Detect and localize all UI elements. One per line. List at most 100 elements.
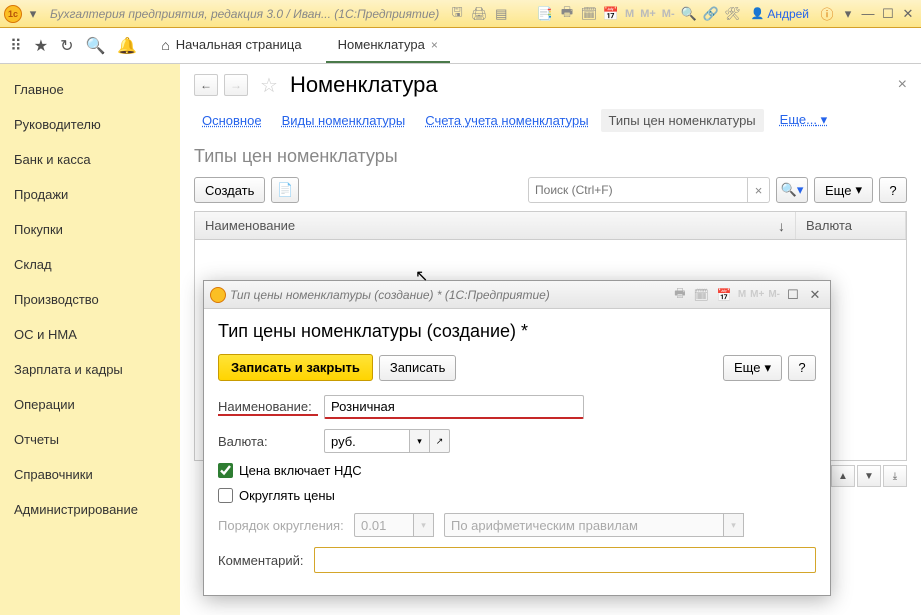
sidebar-item-operations[interactable]: Операции (0, 387, 180, 422)
calendar-icon[interactable]: 📅 (601, 4, 621, 24)
notifications-icon[interactable]: 🔔 (117, 36, 137, 56)
memory-mminus-icon[interactable]: M- (662, 8, 675, 20)
dlg-mplus-icon[interactable]: M+ (750, 289, 764, 300)
zoom-icon[interactable]: 🔍 (679, 4, 699, 24)
close-button[interactable]: ✕ (899, 6, 917, 22)
round-checkbox[interactable] (218, 488, 233, 503)
dialog-close-button[interactable]: ✕ (806, 287, 824, 303)
subnav-price-types[interactable]: Типы цен номенклатуры (601, 109, 764, 132)
sidebar-item-manager[interactable]: Руководителю (0, 107, 180, 142)
save-and-close-button[interactable]: Записать и закрыть (218, 354, 373, 381)
row-round-order: Порядок округления: ▾ ▾ (218, 513, 816, 537)
sidebar-item-catalogs[interactable]: Справочники (0, 457, 180, 492)
dialog-more-button[interactable]: Еще ▾ (723, 355, 782, 381)
page-down-button[interactable]: ▼ (857, 465, 881, 487)
app-titlebar: 1c ▾ Бухгалтерия предприятия, редакция 3… (0, 0, 921, 28)
column-currency[interactable]: Валюта (796, 212, 906, 239)
subnav-more[interactable]: Еще... ▾ (772, 108, 835, 132)
info-icon[interactable]: ⓘ (817, 4, 837, 24)
dialog-help-button[interactable]: ? (788, 355, 816, 381)
vat-checkbox[interactable] (218, 463, 233, 478)
dropdown-icon[interactable]: ▾ (24, 5, 42, 23)
compare-icon[interactable]: 📑 (535, 4, 555, 24)
apps-grid-icon[interactable]: ⠿ (10, 36, 22, 56)
subnav-kinds[interactable]: Виды номенклатуры (274, 109, 414, 132)
search-input[interactable] (528, 177, 748, 203)
currency-dropdown-button[interactable]: ▾ (410, 429, 430, 453)
memory-mplus-icon[interactable]: M+ (640, 8, 656, 20)
dialog-toolbar: Записать и закрыть Записать Еще ▾ ? (218, 354, 816, 381)
page-up-button[interactable]: ▲ (831, 465, 855, 487)
create-button[interactable]: Создать (194, 177, 265, 203)
save-button[interactable]: Записать (379, 355, 457, 381)
currency-select[interactable] (324, 429, 410, 453)
nav-forward-button[interactable]: → (224, 74, 248, 96)
sidebar-item-purchases[interactable]: Покупки (0, 212, 180, 247)
tab-home-label: Начальная страница (176, 37, 302, 52)
page-last-button[interactable]: ⤓ (883, 465, 907, 487)
printer-icon[interactable]: 🖶 (557, 4, 577, 24)
sidebar-item-main[interactable]: Главное (0, 72, 180, 107)
home-icon: ⌂ (161, 37, 169, 53)
currency-open-button[interactable]: ↗ (430, 429, 450, 453)
dialog-maximize-button[interactable]: ☐ (784, 287, 802, 303)
wrench-icon[interactable]: 🛠 (723, 4, 743, 24)
print-icon[interactable]: 🖨 (469, 4, 489, 24)
close-page-button[interactable]: × (898, 76, 907, 94)
dlg-mminus-icon[interactable]: M- (768, 289, 780, 300)
round-label: Округлять цены (239, 488, 335, 503)
copy-button[interactable]: 📄 (271, 177, 299, 203)
search-clear-button[interactable]: × (748, 177, 770, 203)
page-header: ← → ☆ Номенклатура × (194, 72, 907, 98)
dlg-calc-icon[interactable]: 🗓 (694, 288, 709, 302)
tab-home[interactable]: ⌂ Начальная страница (149, 28, 313, 64)
memory-m-icon[interactable]: M (625, 8, 634, 20)
name-input[interactable] (324, 395, 584, 419)
nav-back-button[interactable]: ← (194, 74, 218, 96)
round-order-select (354, 513, 414, 537)
tab-close-icon[interactable]: × (431, 38, 438, 52)
dialog-header: Тип цены номенклатуры (создание) * (218, 321, 816, 342)
app-logo-icon: 1c (4, 5, 22, 23)
sidebar-item-warehouse[interactable]: Склад (0, 247, 180, 282)
sidebar-item-production[interactable]: Производство (0, 282, 180, 317)
action-bar: Создать 📄 × 🔍▾ Еще ▾ ? (194, 177, 907, 203)
comment-input[interactable] (314, 547, 816, 573)
sidebar-item-payroll[interactable]: Зарплата и кадры (0, 352, 180, 387)
dlg-print-icon[interactable]: 🖶 (674, 284, 685, 305)
sidebar-item-sales[interactable]: Продажи (0, 177, 180, 212)
history-icon[interactable]: ↻ (60, 36, 73, 56)
calculator-icon[interactable]: 🗓 (579, 4, 599, 24)
user-label[interactable]: Андрей (751, 7, 809, 21)
subnav: Основное Виды номенклатуры Счета учета н… (194, 108, 907, 132)
sidebar-item-admin[interactable]: Администрирование (0, 492, 180, 527)
dlg-m-icon[interactable]: M (738, 289, 746, 300)
info-dropdown-icon[interactable]: ▾ (839, 5, 857, 23)
currency-label: Валюта: (218, 434, 318, 449)
document-icon[interactable]: ▤ (491, 4, 511, 24)
main-toolbar: ⠿ ★ ↻ 🔍 🔔 ⌂ Начальная страница Номенклат… (0, 28, 921, 64)
save-icon[interactable]: 🖫 (447, 4, 467, 24)
row-vat: Цена включает НДС (218, 463, 816, 478)
sidebar-item-bank[interactable]: Банк и касса (0, 142, 180, 177)
global-search-icon[interactable]: 🔍 (85, 36, 105, 56)
column-name[interactable]: Наименование ↓ (195, 212, 796, 239)
row-round: Округлять цены (218, 488, 816, 503)
favorite-star-icon[interactable]: ☆ (260, 73, 278, 98)
sidebar-item-reports[interactable]: Отчеты (0, 422, 180, 457)
maximize-button[interactable]: ☐ (879, 6, 897, 22)
tab-nomenclature[interactable]: Номенклатура × (326, 28, 450, 63)
sidebar-item-assets[interactable]: ОС и НМА (0, 317, 180, 352)
advanced-search-button[interactable]: 🔍▾ (776, 177, 808, 203)
tab-nomenclature-label: Номенклатура (338, 37, 425, 52)
link-icon[interactable]: 🔗 (701, 4, 721, 24)
subnav-main[interactable]: Основное (194, 109, 270, 132)
chevron-down-icon: ▾ (821, 112, 828, 127)
favorites-icon[interactable]: ★ (34, 36, 48, 56)
help-button[interactable]: ? (879, 177, 907, 203)
subnav-accounts[interactable]: Счета учета номенклатуры (417, 109, 596, 132)
dlg-calendar-icon[interactable]: 📅 (717, 288, 732, 302)
more-actions-button[interactable]: Еще ▾ (814, 177, 873, 203)
minimize-button[interactable]: — (859, 6, 877, 21)
dialog-window-title: Тип цены номенклатуры (создание) * (1С:П… (230, 288, 550, 302)
